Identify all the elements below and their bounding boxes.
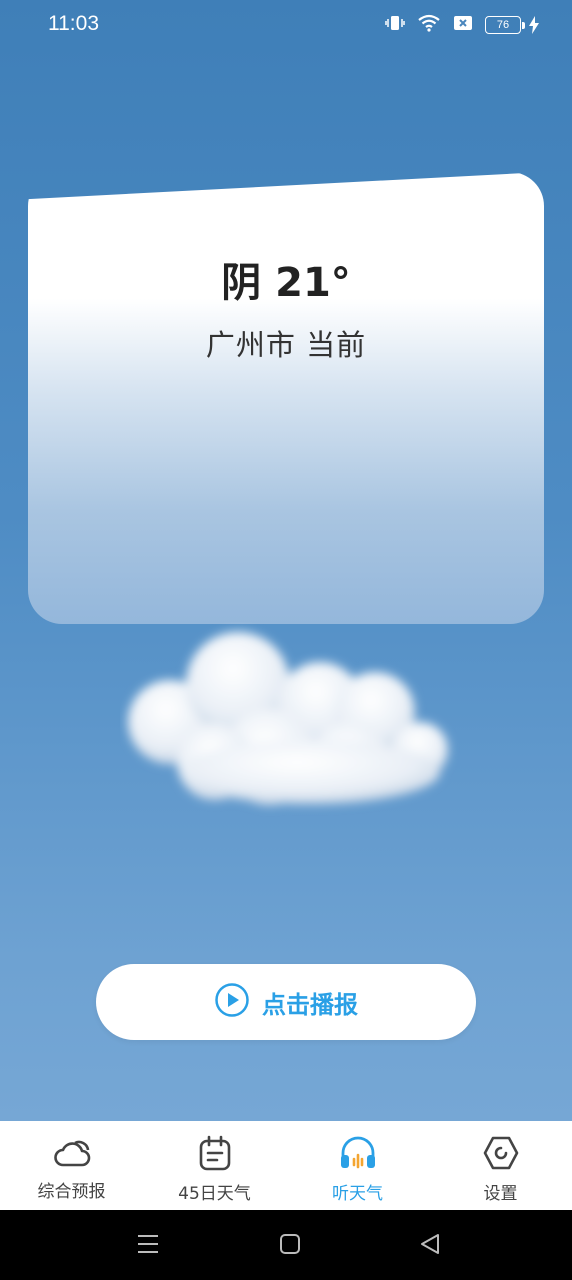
battery-tip — [522, 21, 525, 29]
settings-hexagon-icon — [482, 1135, 520, 1175]
back-triangle-icon[interactable] — [418, 1232, 442, 1260]
status-time: 11:03 — [48, 12, 99, 35]
nav-item-45-day[interactable]: 45日天气 — [143, 1121, 286, 1210]
play-broadcast-label: 点击播报 — [262, 990, 358, 1019]
system-nav-bar — [0, 1210, 572, 1280]
play-circle-icon — [214, 982, 250, 1022]
cloud-icon — [53, 1135, 91, 1173]
play-broadcast-button[interactable]: 点击播报 — [96, 964, 476, 1040]
battery-level: 76 — [485, 16, 521, 34]
home-square-icon[interactable] — [278, 1232, 302, 1260]
nav-label-settings: 设置 — [483, 1184, 518, 1204]
nav-label-forecast: 综合预报 — [37, 1182, 106, 1202]
no-sim-icon — [453, 14, 473, 36]
battery-indicator: 76 — [485, 16, 540, 34]
nav-item-forecast[interactable]: 综合预报 — [0, 1121, 143, 1210]
nav-item-settings[interactable]: 设置 — [429, 1121, 572, 1210]
cloud-illustration — [120, 622, 460, 822]
calendar-icon — [198, 1135, 232, 1175]
menu-icon[interactable] — [136, 1232, 160, 1260]
vibrate-icon — [385, 14, 405, 36]
weather-card — [28, 172, 544, 624]
nav-label-listen-weather: 听天气 — [332, 1184, 383, 1204]
nav-label-45-day: 45日天气 — [178, 1184, 251, 1204]
charging-icon — [529, 16, 539, 34]
wifi-icon — [417, 14, 441, 36]
headphones-icon — [339, 1135, 377, 1175]
bottom-nav: 综合预报 45日天气 听天气 设置 — [0, 1121, 572, 1210]
weather-condition-temperature: 阴 21° — [221, 260, 351, 306]
status-bar: 11:03 76 — [0, 0, 572, 52]
status-icons: 76 — [385, 14, 540, 36]
weather-location: 广州市 当前 — [205, 328, 367, 362]
nav-item-listen-weather[interactable]: 听天气 — [286, 1121, 429, 1210]
